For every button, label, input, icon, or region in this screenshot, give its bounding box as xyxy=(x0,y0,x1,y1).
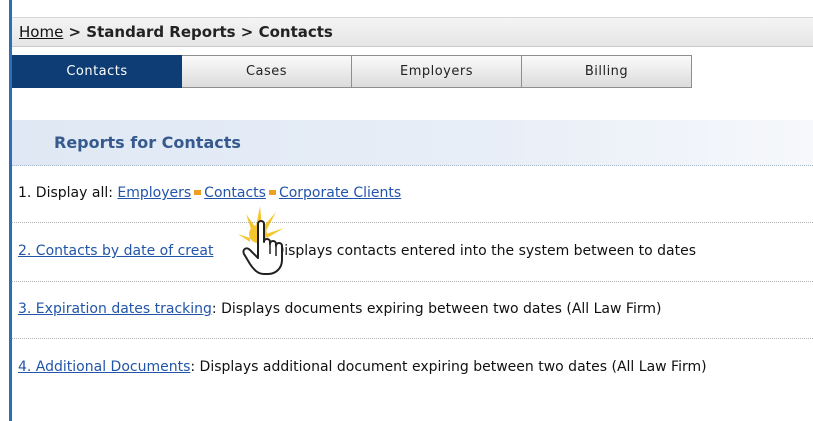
report-item-4: 4. Additional Documents: Displays additi… xyxy=(12,359,813,375)
link-additional-documents[interactable]: 4. Additional Documents xyxy=(18,359,190,375)
breadcrumb-home-link[interactable]: Home xyxy=(19,23,63,41)
tab-contacts[interactable]: Contacts xyxy=(12,55,182,88)
link-expiration-dates[interactable]: 3. Expiration dates tracking xyxy=(18,301,212,317)
report-4-desc: : Displays additional document expiring … xyxy=(190,359,707,375)
report-2-desc: Displays contacts entered into the syste… xyxy=(273,243,697,259)
link-corporate-clients[interactable]: Corporate Clients xyxy=(279,185,401,201)
row-divider xyxy=(12,222,813,223)
report-1-prefix: 1. Display all: xyxy=(18,185,118,201)
report-3-desc: : Displays documents expiring between tw… xyxy=(211,301,662,317)
tab-cases[interactable]: Cases xyxy=(182,55,352,88)
tab-employers[interactable]: Employers xyxy=(352,55,522,88)
link-employers[interactable]: Employers xyxy=(117,185,191,201)
link-contacts[interactable]: Contacts xyxy=(204,185,266,201)
tab-billing[interactable]: Billing xyxy=(522,55,692,88)
separator-dot xyxy=(268,189,276,195)
report-item-2: 2. Contacts by date of creat Displays con… xyxy=(12,243,813,259)
tab-bar: Contacts Cases Employers Billing xyxy=(12,55,692,88)
breadcrumb: Home > Standard Reports > Contacts xyxy=(12,17,813,47)
separator-dot xyxy=(194,189,202,195)
report-item-3: 3. Expiration dates tracking: Displays d… xyxy=(12,301,813,317)
hand-pointer-icon xyxy=(238,206,284,275)
row-divider xyxy=(12,281,813,282)
row-divider xyxy=(12,338,813,339)
section-title: Reports for Contacts xyxy=(12,120,813,166)
link-contacts-by-date[interactable]: 2. Contacts by date of creat xyxy=(18,243,213,259)
breadcrumb-path: > Standard Reports > Contacts xyxy=(63,23,333,41)
report-item-1: 1. Display all: Employers Contacts Corpora… xyxy=(12,185,813,201)
